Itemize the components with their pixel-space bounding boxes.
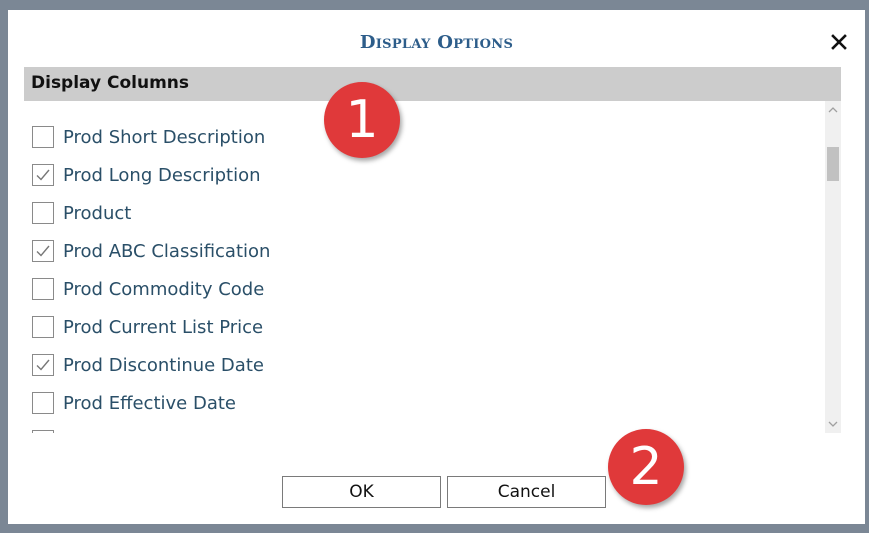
close-icon [831, 34, 847, 50]
columns-list[interactable]: Prod Short Description Prod Long Descript… [24, 101, 841, 433]
column-checkbox[interactable] [32, 164, 54, 186]
column-checkbox[interactable] [32, 392, 54, 414]
column-option-label: Product [63, 202, 132, 224]
display-columns-header: Display Columns [24, 67, 841, 101]
column-checkbox[interactable] [32, 316, 54, 338]
checkmark-icon [36, 169, 50, 181]
column-option[interactable]: Prod ABC Classification [32, 236, 270, 266]
column-option-label: Prod Effective Date [63, 392, 236, 414]
checkmark-icon [36, 245, 50, 257]
display-options-dialog: Display Options Display Columns Prod Sho… [8, 10, 865, 524]
chevron-up-icon [828, 107, 838, 113]
column-option[interactable]: Prod Discontinue Date [32, 350, 264, 380]
columns-scrollbar[interactable] [825, 101, 841, 433]
column-checkbox[interactable] [32, 126, 54, 148]
column-option-label: Prod Current List Price [63, 316, 264, 338]
dialog-title-bar: Display Options [8, 10, 865, 66]
column-option-label: Prod Short Description [63, 126, 266, 148]
annotation-badge-1: 1 [324, 82, 400, 158]
column-option-label: Prod Long Description [63, 164, 261, 186]
column-option-label: Prod ABC Classification [63, 240, 271, 262]
column-option[interactable]: Product [32, 198, 131, 228]
column-option[interactable]: Prod Commodity Code [32, 274, 264, 304]
scroll-up-button[interactable] [825, 101, 841, 119]
column-checkbox[interactable] [32, 240, 54, 262]
column-option-label: Prod Commodity Code [63, 278, 265, 300]
column-checkbox[interactable] [32, 354, 54, 376]
column-option-label: Prod Discontinue Date [63, 354, 264, 376]
column-option[interactable]: Prod End Product 0 or 1 [32, 426, 275, 433]
cancel-button[interactable]: Cancel [447, 476, 606, 508]
column-checkbox[interactable] [32, 278, 54, 300]
column-option[interactable]: Prod Current List Price [32, 312, 263, 342]
scroll-down-button[interactable] [825, 415, 841, 433]
dialog-title: Display Options [359, 32, 514, 53]
column-checkbox[interactable] [32, 202, 54, 224]
display-columns-label: Display Columns [31, 73, 190, 93]
scroll-thumb[interactable] [827, 147, 839, 181]
column-option[interactable]: Prod Short Description [32, 122, 265, 152]
column-option-label: Prod End Product 0 or 1 [63, 431, 275, 434]
close-button[interactable] [827, 30, 851, 54]
chevron-down-icon [828, 421, 838, 427]
ok-button[interactable]: OK [282, 476, 441, 508]
column-option[interactable]: Prod Long Description [32, 160, 261, 190]
checkmark-icon [36, 359, 50, 371]
column-checkbox[interactable] [32, 430, 54, 433]
annotation-badge-2: 2 [608, 429, 684, 505]
column-option[interactable]: Prod Effective Date [32, 388, 236, 418]
